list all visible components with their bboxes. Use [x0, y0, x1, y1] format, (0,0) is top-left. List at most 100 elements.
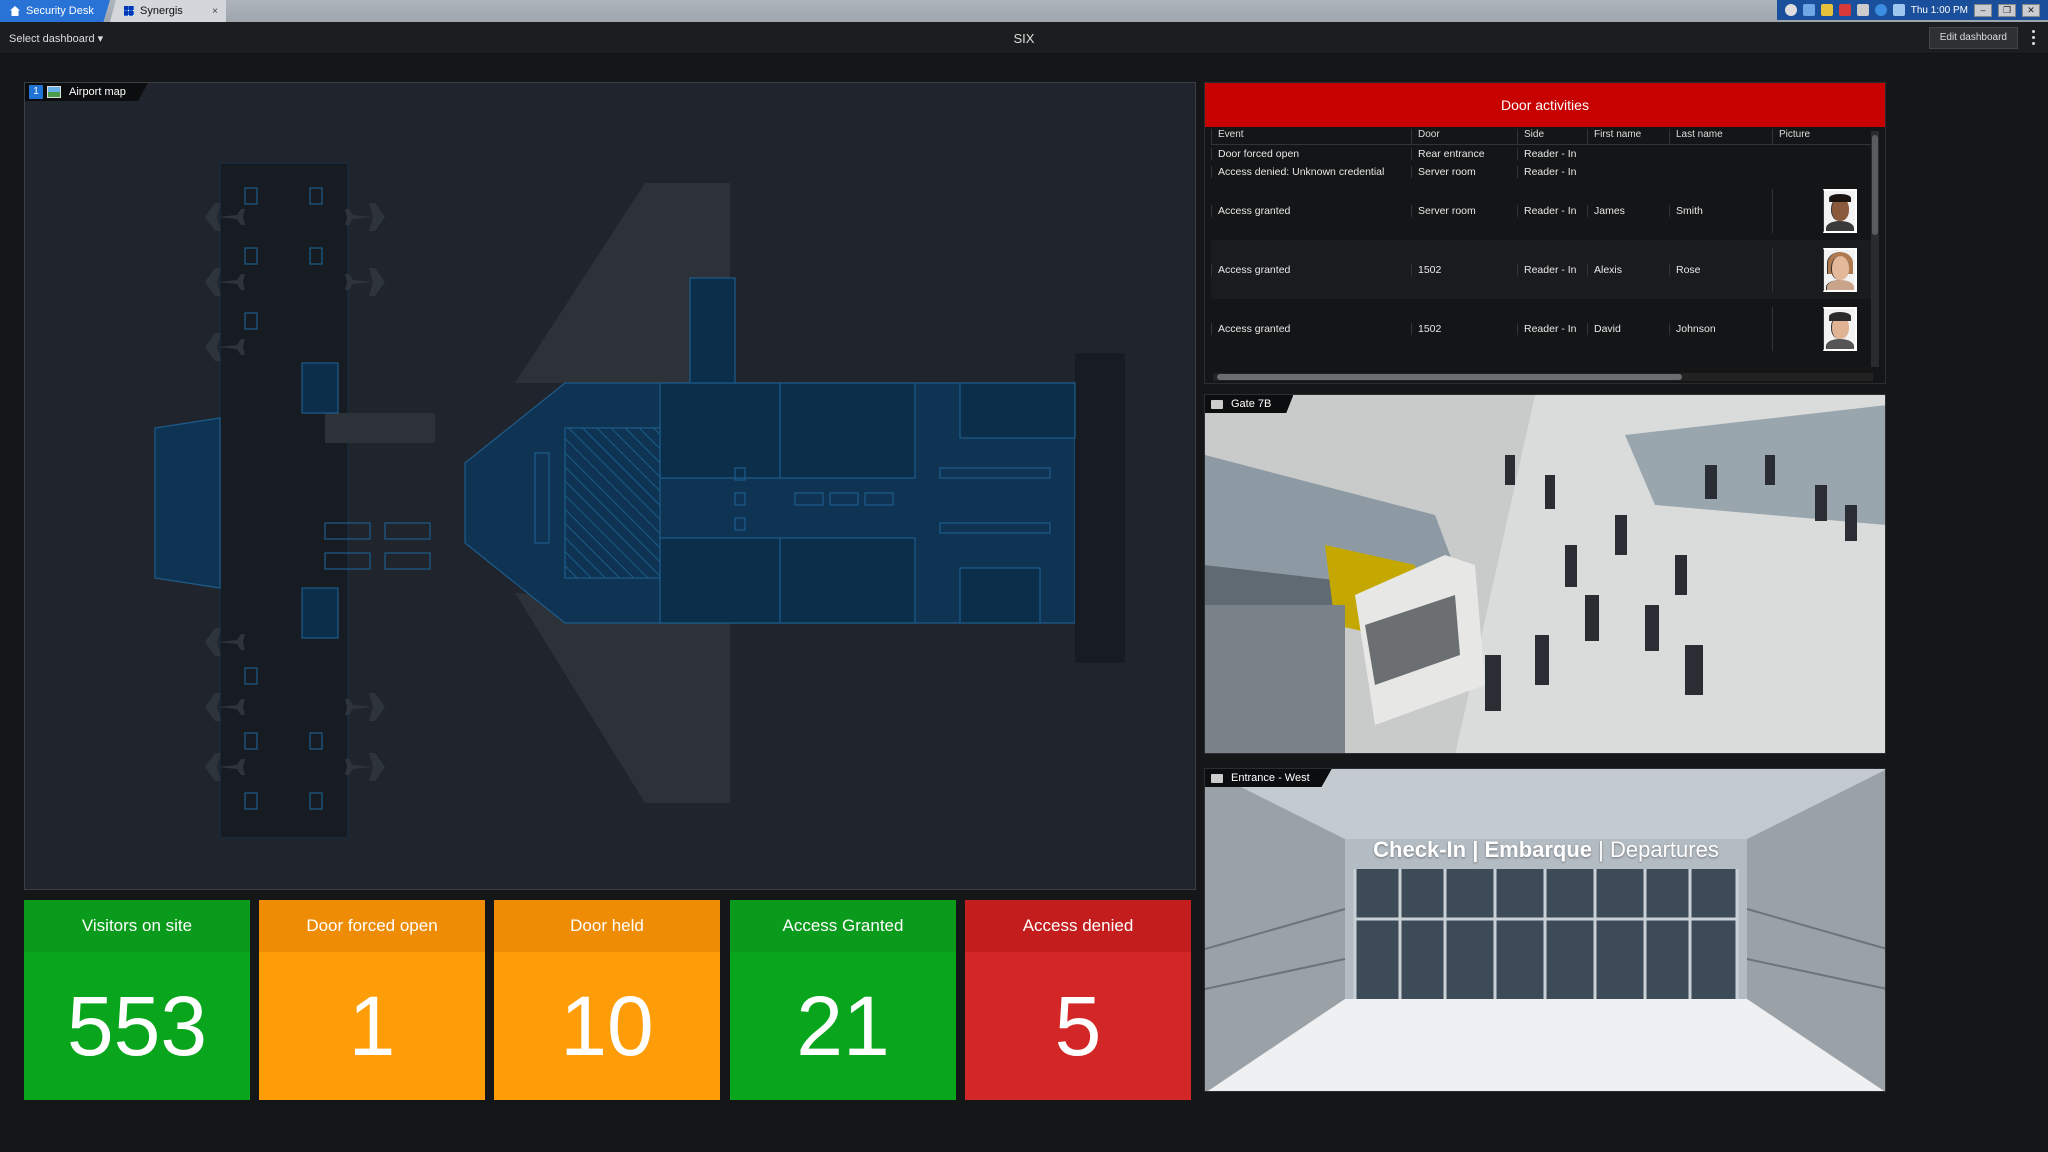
first-name-cell: Alexis: [1587, 263, 1669, 276]
sign-light-text: | Departures: [1592, 837, 1719, 862]
system-tray: Thu 1:00 PM – ❐ ✕: [1776, 0, 2048, 20]
cardholder-photo: [1823, 306, 1857, 351]
first-name-cell: James: [1587, 204, 1669, 217]
door-cell: Rear entrance: [1411, 148, 1517, 160]
last-name-cell: Johnson: [1669, 322, 1772, 335]
genetec-icon[interactable]: [1784, 4, 1797, 16]
column-header[interactable]: Event: [1211, 129, 1411, 144]
side-cell: Reader - In: [1517, 148, 1587, 160]
tab-label: Synergis: [140, 5, 183, 17]
table-row[interactable]: Door forced open Rear entrance Reader - …: [1211, 145, 1871, 163]
tile-header: Gate 7B: [1205, 395, 1294, 413]
kpi-label: Access denied: [965, 900, 1191, 952]
network-icon[interactable]: [1874, 4, 1887, 16]
tile-header: 1 Airport map: [25, 83, 148, 101]
kpi-label: Access Granted: [730, 900, 956, 952]
door-activities-panel: Door activities Event Door Side First na…: [1204, 82, 1886, 384]
cardholder-photo: [1823, 247, 1857, 292]
event-cell: Access granted: [1211, 204, 1411, 217]
column-header[interactable]: Picture: [1772, 129, 1871, 144]
door-activities-table: Event Door Side First name Last name Pic…: [1211, 129, 1871, 358]
kpi-visitors-on-site[interactable]: Visitors on site 553: [24, 900, 250, 1100]
clock: Thu 1:00 PM: [1910, 4, 1968, 16]
door-cell: 1502: [1411, 263, 1517, 276]
event-cell: Access granted: [1211, 263, 1411, 276]
door-cell: Server room: [1411, 166, 1517, 178]
home-icon: [10, 6, 20, 16]
table-row[interactable]: Access granted Server room Reader - In J…: [1211, 181, 1871, 240]
kpi-label: Door forced open: [259, 900, 485, 952]
kpi-access-granted[interactable]: Access Granted 21: [730, 900, 956, 1100]
side-cell: Reader - In: [1517, 263, 1587, 276]
table-row[interactable]: Access denied: Unknown credential Server…: [1211, 163, 1871, 181]
picture-cell: [1772, 247, 1871, 292]
kpi-door-forced-open[interactable]: Door forced open 1: [259, 900, 485, 1100]
gate-video-feed: [1205, 395, 1885, 753]
first-name-cell: David: [1587, 322, 1669, 335]
kpi-value: 1: [259, 952, 485, 1100]
edit-dashboard-button[interactable]: Edit dashboard: [1928, 27, 2018, 49]
side-cell: Reader - In: [1517, 204, 1587, 217]
tab-label: Security Desk: [26, 5, 94, 17]
kpi-value: 553: [24, 952, 250, 1100]
kpi-label: Door held: [494, 900, 720, 952]
airport-floorplan[interactable]: [25, 83, 1195, 889]
notification-icon[interactable]: [1820, 4, 1833, 16]
entrance-video-feed: [1205, 769, 1885, 1091]
event-cell: Door forced open: [1211, 148, 1411, 160]
kpi-label: Visitors on site: [24, 900, 250, 952]
alarm-icon[interactable]: [1838, 4, 1851, 16]
side-cell: Reader - In: [1517, 322, 1587, 335]
picture-cell: [1772, 188, 1871, 233]
dashboard-title: SIX: [1013, 31, 1035, 46]
door-activities-title: Door activities: [1205, 83, 1885, 127]
tab-security-desk[interactable]: Security Desk: [0, 0, 110, 22]
camera-tile-entrance[interactable]: Entrance - West Check-In | Embarque | De…: [1204, 768, 1886, 1092]
close-window-button[interactable]: ✕: [2022, 3, 2040, 17]
kpi-door-held[interactable]: Door held 10: [494, 900, 720, 1100]
tile-title: Airport map: [69, 86, 126, 98]
restore-button[interactable]: ❐: [1998, 3, 2016, 17]
event-cell: Access granted: [1211, 322, 1411, 335]
tab-bar: Security Desk Synergis × Thu 1:00 PM – ❐…: [0, 0, 2048, 22]
monitor-icon[interactable]: [1802, 4, 1815, 16]
tab-synergis[interactable]: Synergis ×: [110, 0, 226, 22]
door-cell: Server room: [1411, 204, 1517, 217]
cardholder-photo: [1823, 188, 1857, 233]
kpi-access-denied[interactable]: Access denied 5: [965, 900, 1191, 1100]
kpi-value: 10: [494, 952, 720, 1100]
column-header[interactable]: First name: [1587, 129, 1669, 144]
kpi-value: 5: [965, 952, 1191, 1100]
dashboard-header: Select dashboard ▾ SIX Edit dashboard: [0, 22, 2048, 54]
last-name-cell: Smith: [1669, 204, 1772, 217]
table-row[interactable]: Access granted 1502 Reader - In Alexis R…: [1211, 240, 1871, 299]
column-header[interactable]: Side: [1517, 129, 1587, 144]
kpi-value: 21: [730, 952, 956, 1100]
help-icon[interactable]: [1892, 4, 1905, 16]
horizontal-scrollbar[interactable]: [1213, 373, 1873, 381]
camera-tile-gate[interactable]: Gate 7B: [1204, 394, 1886, 754]
vertical-scrollbar[interactable]: [1871, 131, 1879, 367]
picture-cell: [1772, 306, 1871, 351]
tile-header: Entrance - West: [1205, 769, 1332, 787]
tile-title: Gate 7B: [1231, 398, 1272, 410]
camera-icon: [1211, 399, 1223, 409]
camera-icon: [1211, 773, 1223, 783]
departures-sign: Check-In | Embarque | Departures: [1205, 837, 1885, 863]
event-cell: Access denied: Unknown credential: [1211, 166, 1411, 178]
tile-title: Entrance - West: [1231, 772, 1310, 784]
more-options-icon[interactable]: [2032, 30, 2036, 45]
volume-icon[interactable]: [1856, 4, 1869, 16]
synergis-grid-icon: [124, 6, 134, 16]
close-tab-icon[interactable]: ×: [212, 6, 218, 17]
map-image-icon: [47, 86, 61, 98]
table-row[interactable]: Access granted 1502 Reader - In David Jo…: [1211, 299, 1871, 358]
minimize-button[interactable]: –: [1974, 3, 1992, 17]
sign-bold-text: Check-In | Embarque: [1373, 837, 1593, 862]
tile-number: 1: [29, 85, 43, 99]
side-cell: Reader - In: [1517, 166, 1587, 178]
column-header[interactable]: Door: [1411, 129, 1517, 144]
airport-map-tile[interactable]: 1 Airport map: [24, 82, 1196, 890]
column-header[interactable]: Last name: [1669, 129, 1772, 144]
door-cell: 1502: [1411, 322, 1517, 335]
